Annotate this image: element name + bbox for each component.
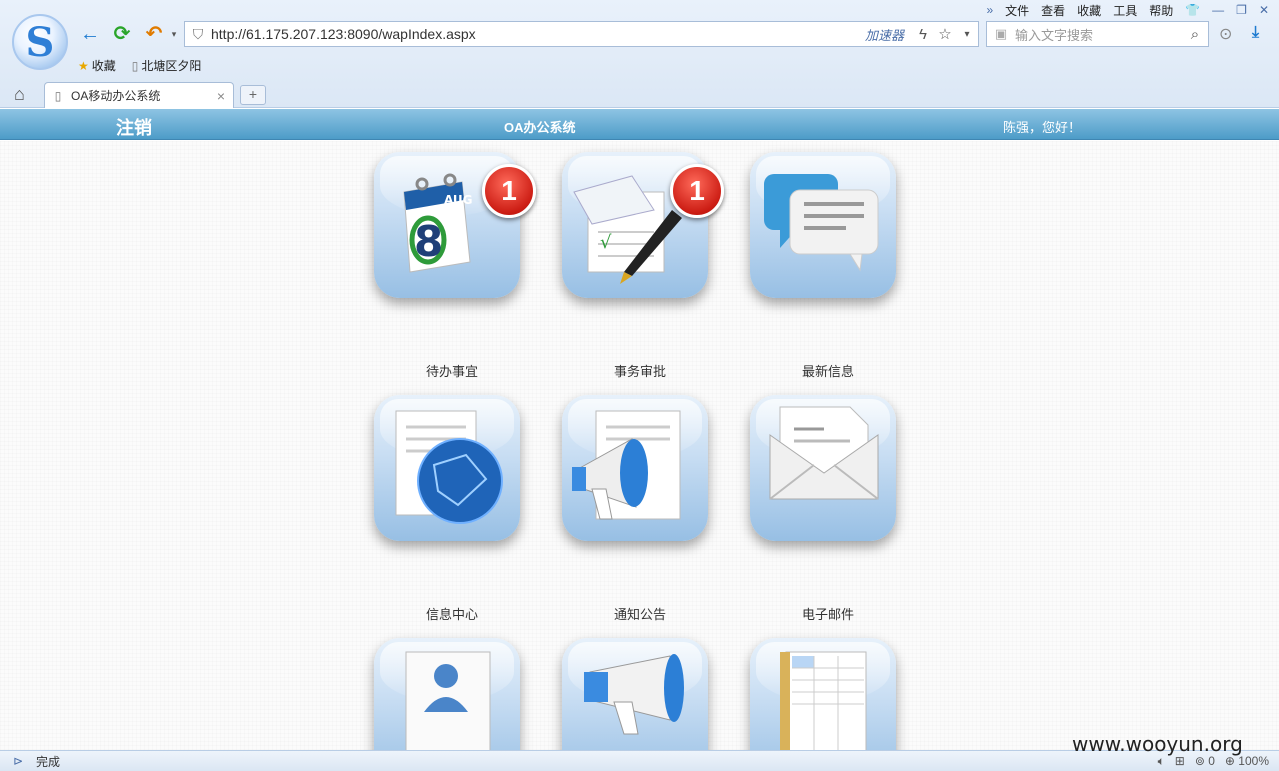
- refresh-icon[interactable]: ⟳: [110, 22, 134, 46]
- watermark: www.wooyun.org: [1072, 732, 1243, 756]
- app-news[interactable]: [750, 152, 896, 298]
- menu-help[interactable]: 帮助: [1149, 2, 1173, 19]
- chevron-down-icon[interactable]: ▾: [162, 22, 186, 46]
- notification-badge: 1: [482, 164, 536, 218]
- new-tab-button[interactable]: +: [240, 85, 266, 105]
- megaphone-icon[interactable]: [562, 638, 708, 750]
- app-contacts[interactable]: [374, 638, 520, 750]
- more-icon[interactable]: ⊙: [1219, 24, 1232, 44]
- sogou-logo[interactable]: S: [12, 14, 68, 70]
- app-notice[interactable]: [562, 395, 708, 541]
- app-approval[interactable]: √ 1: [562, 152, 724, 298]
- svg-text:AUG: AUG: [444, 193, 473, 207]
- restore-button[interactable]: ❐: [1236, 3, 1247, 17]
- url-text[interactable]: http://61.175.207.123:8090/wapIndex.aspx: [211, 26, 865, 42]
- app-label-email[interactable]: 电子邮件: [750, 604, 906, 623]
- top-menu: » 文件 查看 收藏 工具 帮助 👕 — ❐ ✕: [980, 2, 1279, 18]
- search-box[interactable]: ▣ 输入文字搜索 ⌕: [986, 21, 1209, 47]
- search-icon[interactable]: ⌕: [1182, 26, 1208, 43]
- sidebar-toggle-icon[interactable]: ⊳: [0, 754, 36, 768]
- greeting-text: 陈强，您好！: [1003, 120, 1082, 135]
- app-grid: AUG 8 1 待办事宜 √ 1 事务审批 最新信息 信息中心 通知公告 电子邮…: [0, 141, 1279, 750]
- globe-document-icon[interactable]: [374, 395, 520, 541]
- status-text: 完成: [36, 754, 61, 769]
- page-icon: ▯: [131, 58, 139, 73]
- spreadsheet-icon[interactable]: [750, 638, 896, 750]
- page-title: OA办公系统: [504, 120, 576, 135]
- chevron-down-icon[interactable]: ▾: [956, 29, 978, 40]
- chat-bubbles-icon[interactable]: [750, 152, 896, 298]
- tab-strip: ⌂ ▯ OA移动办公系统 × +: [0, 80, 1279, 108]
- svg-text:√: √: [600, 232, 612, 253]
- app-todo[interactable]: AUG 8 1: [374, 152, 536, 298]
- megaphone-document-icon[interactable]: [562, 395, 708, 541]
- app-label-info-center[interactable]: 信息中心: [374, 604, 530, 623]
- app-label-notice[interactable]: 通知公告: [562, 604, 718, 623]
- menu-tools[interactable]: 工具: [1113, 2, 1137, 19]
- skin-icon[interactable]: 👕: [1185, 3, 1200, 17]
- bookmark-item[interactable]: ▯ 北塘区夕阳: [132, 57, 202, 74]
- menu-file[interactable]: 文件: [1005, 2, 1029, 19]
- page-header: 注销 OA办公系统 陈强，您好！: [0, 109, 1279, 140]
- close-icon[interactable]: ×: [209, 88, 233, 104]
- menu-favorites[interactable]: 收藏: [1077, 2, 1101, 19]
- lightning-icon[interactable]: ϟ: [912, 26, 934, 43]
- shield-icon: ⛉: [192, 25, 204, 42]
- envelope-icon[interactable]: [750, 395, 896, 541]
- bookmark-label: 收藏: [91, 59, 116, 73]
- contact-card-icon[interactable]: [374, 638, 520, 750]
- bookmark-favorites[interactable]: ★ 收藏: [78, 57, 116, 74]
- app-label-approval[interactable]: 事务审批: [562, 361, 718, 380]
- address-bar[interactable]: ⛉ http://61.175.207.123:8090/wapIndex.as…: [184, 21, 979, 47]
- search-input[interactable]: 输入文字搜索: [1015, 25, 1182, 44]
- zoom-control[interactable]: ⊕ 100%: [1225, 754, 1269, 768]
- bookmarks-bar: ★ 收藏 ▯ 北塘区夕阳: [78, 57, 217, 74]
- tab-oa[interactable]: ▯ OA移动办公系统 ×: [44, 82, 234, 108]
- menu-view[interactable]: 查看: [1041, 2, 1065, 19]
- app-spreadsheet[interactable]: [750, 638, 896, 750]
- svg-text:8: 8: [414, 217, 443, 266]
- notification-badge: 1: [670, 164, 724, 218]
- home-icon[interactable]: ⌂: [14, 84, 25, 105]
- zoom-level: 100%: [1238, 754, 1269, 768]
- minimize-button[interactable]: —: [1212, 3, 1224, 17]
- browser-chrome: S » 文件 查看 收藏 工具 帮助 👕 — ❐ ✕ ← ⟳ ↶ ▾ ⛉ htt…: [0, 0, 1279, 108]
- star-icon[interactable]: ☆: [934, 25, 956, 43]
- downloads-icon[interactable]: ⊚ 0: [1195, 754, 1215, 768]
- app-broadcast[interactable]: [562, 638, 708, 750]
- page-icon: ▯: [54, 88, 62, 103]
- close-button[interactable]: ✕: [1259, 3, 1269, 17]
- expand-menu-button[interactable]: »: [986, 3, 993, 17]
- app-email[interactable]: [750, 395, 896, 541]
- star-icon: ★: [78, 58, 89, 73]
- toolbox-icon[interactable]: ⊞: [1175, 754, 1185, 768]
- downloads-count: 0: [1208, 754, 1215, 768]
- accelerator-button[interactable]: 加速器: [865, 25, 904, 44]
- tab-title: OA移动办公系统: [71, 89, 161, 103]
- download-icon[interactable]: ⤓: [1252, 24, 1259, 42]
- app-info-center[interactable]: [374, 395, 520, 541]
- bookmark-label: 北塘区夕阳: [141, 59, 202, 73]
- app-label-todo[interactable]: 待办事宜: [374, 361, 530, 380]
- back-icon[interactable]: ←: [78, 22, 102, 46]
- app-label-news[interactable]: 最新信息: [750, 361, 906, 380]
- image-icon: ▣: [994, 26, 1008, 41]
- logout-link[interactable]: 注销: [116, 114, 152, 140]
